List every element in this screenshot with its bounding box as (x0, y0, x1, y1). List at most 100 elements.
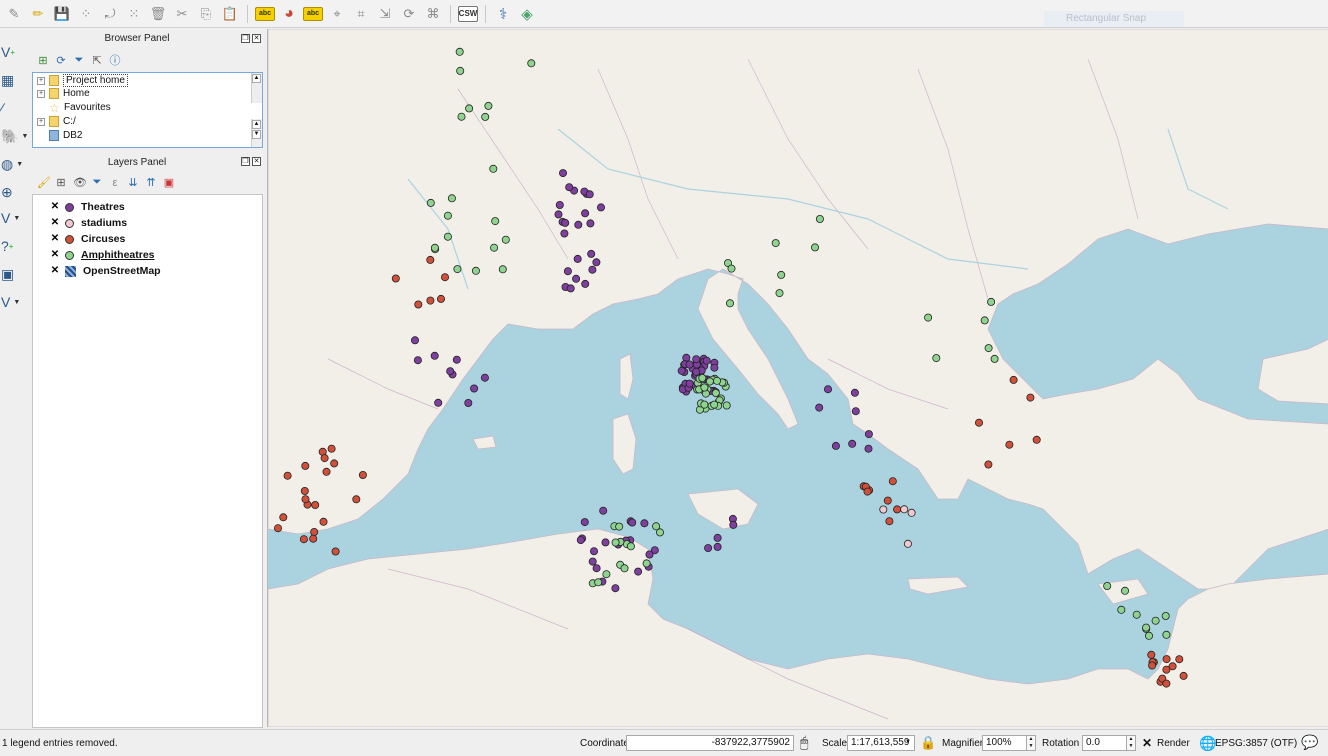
crs-button[interactable]: EPSG:3857 (OTF) (1215, 738, 1297, 749)
rotate-label-icon[interactable]: ⟳ (399, 4, 419, 24)
add-feature-icon[interactable]: ⁘ (76, 4, 96, 24)
amphitheatres-site-marker (924, 313, 933, 322)
magnifier-field[interactable]: 100% (982, 735, 1028, 751)
remove-layer-icon[interactable]: ▣ (163, 176, 175, 189)
layer-item-openstreetmap[interactable]: ✕ OpenStreetMap (33, 264, 161, 278)
add-postgis-layer-icon[interactable]: 🐘 ▼ (0, 124, 28, 148)
browser-item-c-drive[interactable]: + C:/ (33, 115, 76, 128)
collapse-all-icon[interactable]: ⇱ (91, 54, 103, 67)
add-vector-layer-icon[interactable]: V + (0, 40, 28, 64)
expand-icon[interactable]: + (37, 76, 45, 85)
circuses-site-marker (883, 496, 892, 505)
visibility-checkbox[interactable]: ✕ (50, 202, 60, 212)
theatres-site-marker (601, 538, 610, 547)
toggle-extents-mouse-icon[interactable]: 🖱 (800, 734, 808, 751)
database-icon (49, 130, 59, 141)
add-delimited-text-icon[interactable]: ? + (0, 234, 28, 258)
layer-labeling-icon[interactable]: abc (255, 6, 275, 21)
scroll-up-icon[interactable]: ▲ (252, 74, 261, 83)
layer-item-theatres[interactable]: ✕ Theatres (33, 200, 125, 214)
star-icon: ☆ (49, 100, 60, 115)
visibility-checkbox[interactable]: ✕ (50, 266, 60, 276)
style-brush-icon[interactable]: 🖌 (37, 176, 51, 189)
scroll-up-icon[interactable]: ▲ (252, 120, 261, 129)
rectangular-snap-button[interactable]: Rectangular Snap (1044, 11, 1184, 27)
browser-item-db2[interactable]: DB2 (49, 129, 82, 142)
pin-labels-icon[interactable]: ⌖ (327, 4, 347, 24)
refresh-icon[interactable]: ⟳ (55, 54, 67, 67)
add-raster-layer-icon[interactable]: ▦ (0, 68, 28, 92)
layer-plugin-icon[interactable]: ◈ (517, 4, 537, 24)
amphitheatres-site-marker (611, 538, 620, 547)
filter-icon[interactable]: ⏷ (73, 54, 85, 67)
magnifier-spinner[interactable]: ▲ ▼ (1026, 735, 1036, 751)
visibility-checkbox[interactable]: ✕ (50, 218, 60, 228)
move-feature-icon[interactable]: ⤾ (100, 4, 120, 24)
new-layer-icon[interactable]: V ▼ (0, 290, 28, 314)
add-virtual-layer-icon[interactable]: ▣ (0, 262, 28, 286)
browser-scrollbar-top[interactable]: ▲ (251, 73, 262, 103)
chevron-down-icon[interactable]: ▼ (905, 739, 911, 745)
browser-item-project-home[interactable]: + Project home (33, 74, 128, 87)
messages-icon[interactable]: 💬 (1301, 734, 1318, 751)
close-panel-icon[interactable]: ✕ (252, 157, 261, 166)
metasearch-csw-button[interactable]: CSW (458, 5, 478, 22)
layer-item-amphitheatres[interactable]: ✕ Amphitheatres (33, 248, 155, 262)
cut-features-icon[interactable]: ✂ (172, 4, 192, 24)
properties-info-icon[interactable]: ⓘ (109, 52, 121, 68)
map-canvas[interactable] (267, 29, 1328, 727)
amphitheatres-site-marker (642, 559, 651, 568)
balearic-islands (472, 435, 497, 450)
rotation-field[interactable]: 0.0 (1082, 735, 1128, 751)
close-panel-icon[interactable]: ✕ (252, 34, 261, 43)
show-hide-labels-icon[interactable]: ⌗ (351, 4, 371, 24)
change-label-icon[interactable]: ⌘ (423, 4, 443, 24)
expand-icon[interactable]: + (37, 89, 45, 98)
theatres-site-marker (713, 542, 722, 551)
visibility-checkbox[interactable]: ✕ (50, 250, 60, 260)
add-selected-layers-icon[interactable]: ⊞ (37, 54, 49, 67)
add-group-icon[interactable]: ⊞ (55, 176, 67, 189)
add-spatialite-layer-icon[interactable]: ∕ (0, 96, 28, 120)
layer-item-stadiums[interactable]: ✕ stadiums (33, 216, 127, 230)
save-edits-icon[interactable]: 💾 (52, 4, 72, 24)
highlight-pinned-labels-icon[interactable]: abc (303, 6, 323, 21)
copy-features-icon[interactable]: ⎘ (196, 4, 216, 24)
corsica-island (619, 353, 634, 400)
amphitheatres-site-marker (1161, 612, 1170, 621)
add-wfs-layer-icon[interactable]: V ▼ (0, 206, 28, 230)
circuses-site-marker (358, 470, 367, 479)
render-checkbox[interactable]: ✕ (1142, 736, 1152, 750)
current-edits-icon[interactable]: ✎ (4, 4, 24, 24)
amphitheatres-site-marker (700, 383, 709, 392)
layer-item-circuses[interactable]: ✕ Circuses (33, 232, 126, 246)
add-wcs-layer-icon[interactable]: ⊕ (0, 180, 28, 204)
browser-item-favourites[interactable]: ☆ Favourites (49, 100, 111, 115)
manage-themes-icon[interactable]: 👁 (73, 176, 87, 189)
circuses-site-marker (436, 294, 445, 303)
coordinate-field[interactable]: -837922,3775902 (626, 735, 794, 751)
expand-all-icon[interactable]: ⇊ (127, 176, 139, 189)
float-panel-icon[interactable]: ❐ (241, 34, 250, 43)
float-panel-icon[interactable]: ❐ (241, 157, 250, 166)
add-wms-layer-icon[interactable]: ◍ ▼ (0, 152, 28, 176)
lock-scale-icon[interactable]: 🔒 (920, 735, 936, 751)
browser-scrollbar-bottom[interactable]: ▲ ▼ (251, 119, 262, 147)
rotation-spinner[interactable]: ▲ ▼ (1126, 735, 1136, 751)
collapse-all-icon[interactable]: ⇈ (145, 176, 157, 189)
python-console-icon[interactable]: ⚕ (493, 4, 513, 24)
toggle-editing-icon[interactable]: ✏ (28, 4, 48, 24)
expand-icon[interactable]: + (37, 117, 45, 126)
delete-selected-icon[interactable]: 🗑 (148, 4, 168, 24)
move-label-icon[interactable]: ⇲ (375, 4, 395, 24)
crs-globe-icon[interactable]: 🌐 (1199, 735, 1216, 752)
map-svg[interactable] (268, 29, 1328, 727)
filter-legend-icon[interactable]: ⏷ (91, 176, 103, 189)
layer-diagram-icon[interactable]: ◕ (279, 4, 299, 24)
filter-expression-icon[interactable]: ε (109, 177, 121, 189)
node-tool-icon[interactable]: ⁙ (124, 4, 144, 24)
paste-features-icon[interactable]: 📋 (220, 4, 240, 24)
scroll-down-icon[interactable]: ▼ (252, 130, 261, 139)
visibility-checkbox[interactable]: ✕ (50, 234, 60, 244)
browser-item-home[interactable]: + Home (33, 87, 90, 100)
